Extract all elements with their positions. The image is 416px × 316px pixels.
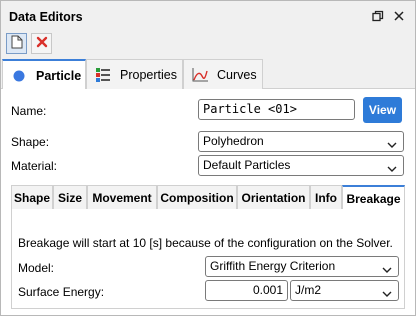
surface-energy-input[interactable]: 0.001 bbox=[205, 280, 288, 301]
new-document-icon bbox=[11, 35, 23, 52]
main-tab-bar: Particle Properties Curves bbox=[1, 57, 415, 90]
subtab-shape[interactable]: Shape bbox=[11, 185, 53, 209]
window-title: Data Editors bbox=[9, 10, 83, 24]
name-input[interactable]: Particle <01> bbox=[198, 99, 355, 120]
new-button[interactable] bbox=[6, 33, 27, 54]
subtab-composition[interactable]: Composition bbox=[157, 185, 237, 209]
tab-properties-label: Properties bbox=[120, 67, 177, 82]
model-label: Model: bbox=[18, 261, 55, 275]
particle-dot-icon bbox=[11, 68, 27, 84]
delete-button[interactable] bbox=[31, 33, 52, 54]
data-editors-window: Data Editors Particle Properties Curves … bbox=[0, 0, 416, 316]
tab-particle[interactable]: Particle bbox=[2, 59, 86, 90]
surface-energy-unit-value: J/m2 bbox=[295, 283, 322, 297]
curves-chart-icon bbox=[192, 67, 208, 83]
subtab-size[interactable]: Size bbox=[53, 185, 87, 209]
surface-energy-label: Surface Energy: bbox=[18, 285, 105, 299]
model-select-value: Griffith Energy Criterion bbox=[210, 259, 336, 273]
tab-properties[interactable]: Properties bbox=[86, 59, 183, 89]
subtab-movement[interactable]: Movement bbox=[87, 185, 157, 209]
toolbar bbox=[1, 31, 415, 57]
model-select[interactable]: Griffith Energy Criterion bbox=[205, 256, 399, 277]
material-label: Material: bbox=[11, 159, 58, 173]
surface-energy-unit-select[interactable]: J/m2 bbox=[290, 280, 399, 301]
subtab-breakage[interactable]: Breakage bbox=[342, 185, 405, 210]
chevron-down-icon bbox=[387, 161, 397, 172]
view-button[interactable]: View bbox=[363, 97, 402, 123]
restore-icon[interactable] bbox=[372, 10, 384, 22]
name-label: Name: bbox=[11, 104, 47, 118]
tab-particle-label: Particle bbox=[36, 68, 82, 83]
shape-select-value: Polyhedron bbox=[203, 134, 264, 148]
breakage-message: Breakage will start at 10 [s] because of… bbox=[18, 236, 393, 250]
shape-label: Shape: bbox=[11, 135, 50, 149]
breakage-panel: Breakage will start at 10 [s] because of… bbox=[11, 209, 405, 309]
chevron-down-icon bbox=[382, 286, 392, 297]
subtab-orientation[interactable]: Orientation bbox=[237, 185, 310, 209]
properties-grid-icon bbox=[95, 67, 111, 83]
particle-tab-content: Name: Particle <01> View Shape: Polyhedr… bbox=[1, 89, 415, 315]
material-select[interactable]: Default Particles bbox=[198, 155, 404, 176]
tab-curves[interactable]: Curves bbox=[183, 59, 263, 89]
material-select-value: Default Particles bbox=[203, 158, 291, 172]
chevron-down-icon bbox=[387, 137, 397, 148]
delete-icon bbox=[36, 36, 48, 51]
tab-curves-label: Curves bbox=[217, 67, 257, 82]
subtab-info[interactable]: Info bbox=[310, 185, 342, 209]
sub-tab-bar: Shape Size Movement Composition Orientat… bbox=[11, 185, 405, 210]
shape-select[interactable]: Polyhedron bbox=[198, 131, 404, 152]
close-icon[interactable] bbox=[393, 10, 405, 22]
title-bar: Data Editors bbox=[1, 1, 415, 31]
chevron-down-icon bbox=[382, 262, 392, 273]
